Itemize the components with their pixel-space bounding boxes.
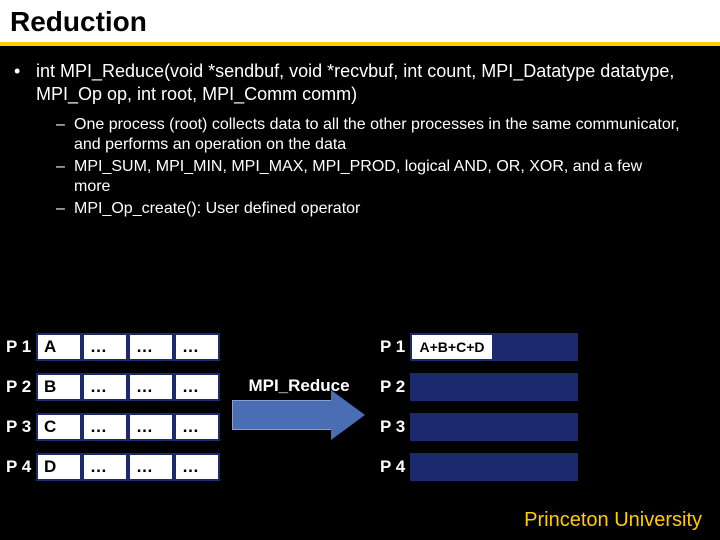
right-row: P 4 [380,452,578,482]
data-cell: … [128,413,174,441]
data-cell: … [82,333,128,361]
data-cell: B [36,373,82,401]
content-area: • int MPI_Reduce(void *sendbuf, void *re… [0,46,720,219]
data-cell: … [174,413,220,441]
dash-icon: – [56,199,74,219]
sub-bullet-text: MPI_SUM, MPI_MIN, MPI_MAX, MPI_PROD, log… [74,157,710,197]
right-row: P 2 [380,372,578,402]
main-bullet-text: int MPI_Reduce(void *sendbuf, void *recv… [36,60,710,105]
left-row: P 4 D … … … [6,452,220,482]
arrow: MPI_Reduce [232,392,366,442]
data-cell: … [82,373,128,401]
data-cell: … [128,333,174,361]
cell-group: C … … … [36,413,220,441]
process-label: P 3 [6,417,36,437]
bullet-dot-icon: • [10,60,36,105]
process-label: P 4 [6,457,36,477]
empty-cell [494,333,578,361]
data-cell: … [128,373,174,401]
process-label: P 2 [6,377,36,397]
footer-text: Princeton University [524,509,702,532]
dash-icon: – [56,115,74,155]
sub-bullet-text: One process (root) collects data to all … [74,115,710,155]
empty-cell [494,373,578,401]
empty-cell [410,453,494,481]
data-cell: … [174,453,220,481]
data-cell: … [82,413,128,441]
data-cell: D [36,453,82,481]
empty-cell [494,453,578,481]
right-row: P 1 A+B+C+D [380,332,578,362]
sub-bullet: – One process (root) collects data to al… [56,115,710,155]
data-cell: … [82,453,128,481]
sub-bullet: – MPI_SUM, MPI_MIN, MPI_MAX, MPI_PROD, l… [56,157,710,197]
arrow-head-icon [331,390,365,440]
result-cell: A+B+C+D [410,333,494,361]
empty-cell [494,413,578,441]
cell-group: D … … … [36,453,220,481]
process-label: P 4 [380,457,410,477]
right-row: P 3 [380,412,578,442]
empty-cell [410,413,494,441]
process-label: P 3 [380,417,410,437]
arrow-body-icon [232,400,332,430]
process-label: P 2 [380,377,410,397]
left-row: P 1 A … … … [6,332,220,362]
sub-bullet-text: MPI_Op_create(): User defined operator [74,199,710,219]
data-cell: C [36,413,82,441]
data-cell: … [174,373,220,401]
left-row: P 3 C … … … [6,412,220,442]
data-cell: … [174,333,220,361]
diagram: P 1 A … … … P 2 B … … … P 3 C … … … P 4 … [0,332,720,502]
data-cell: A [36,333,82,361]
process-label: P 1 [6,337,36,357]
slide-title: Reduction [10,6,710,38]
left-row: P 2 B … … … [6,372,220,402]
sub-bullet: – MPI_Op_create(): User defined operator [56,199,710,219]
process-label: P 1 [380,337,410,357]
dash-icon: – [56,157,74,197]
sub-bullet-list: – One process (root) collects data to al… [10,115,710,219]
data-cell: … [128,453,174,481]
cell-group: A … … … [36,333,220,361]
empty-cell [410,373,494,401]
cell-group: B … … … [36,373,220,401]
main-bullet: • int MPI_Reduce(void *sendbuf, void *re… [10,60,710,105]
title-bar: Reduction [0,0,720,42]
